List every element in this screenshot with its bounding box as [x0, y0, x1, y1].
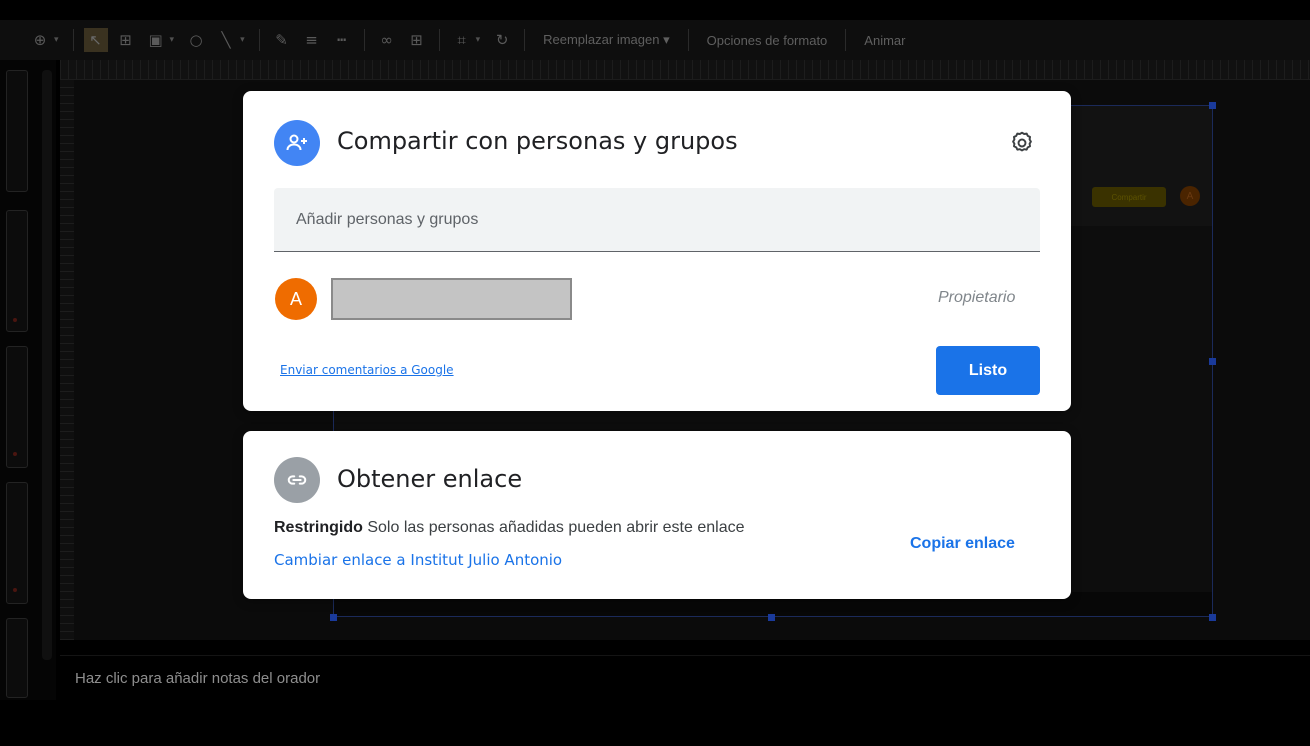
link-icon	[274, 457, 320, 503]
send-feedback-link[interactable]: Enviar comentarios a Google	[280, 363, 454, 377]
select-cursor-icon[interactable]: ↖	[83, 28, 108, 52]
slide-thumbnail[interactable]	[6, 70, 28, 192]
redacted-person-info	[331, 278, 572, 320]
toolbar-divider	[72, 29, 74, 51]
reset-image-icon[interactable]: ↻	[490, 28, 514, 52]
chevron-down-icon[interactable]: ▾	[170, 35, 175, 45]
share-dialog: Compartir con personas y grupos A Propie…	[243, 91, 1071, 411]
top-bar	[0, 0, 1310, 20]
filmstrip-scrollbar[interactable]	[42, 70, 52, 660]
person-add-icon	[274, 120, 320, 166]
resize-handle[interactable]	[1209, 102, 1216, 109]
gear-icon[interactable]	[1008, 129, 1036, 157]
slide-marker	[13, 318, 17, 322]
slide-thumbnail[interactable]	[6, 482, 28, 604]
speaker-notes[interactable]: Haz clic para añadir notas del orador	[60, 655, 1310, 746]
embedded-avatar: A	[1180, 186, 1200, 206]
embedded-share-chip: Compartir	[1092, 187, 1166, 207]
toolbar-divider	[687, 29, 689, 51]
chevron-down-icon[interactable]: ▾	[476, 35, 481, 45]
access-level[interactable]: Restringido	[274, 519, 363, 536]
line-icon[interactable]: ╲	[214, 28, 238, 52]
access-description: Solo las personas añadidas pueden abrir …	[367, 519, 745, 536]
vertical-ruler	[60, 80, 74, 640]
get-link-title: Obtener enlace	[337, 465, 523, 493]
resize-handle[interactable]	[1209, 614, 1216, 621]
toolbar-divider	[258, 29, 260, 51]
zoom-icon[interactable]: ⊕	[28, 28, 52, 52]
chevron-down-icon[interactable]: ▾	[240, 35, 245, 45]
link-access-summary: Restringido Solo las personas añadidas p…	[274, 519, 745, 537]
toolbar-divider	[363, 29, 365, 51]
toolbar-divider	[438, 29, 440, 51]
animate-button[interactable]: Animar	[856, 33, 913, 48]
format-options-button[interactable]: Opciones de formato	[699, 33, 836, 48]
add-people-input[interactable]	[274, 188, 1040, 252]
slide-thumbnail[interactable]	[6, 618, 28, 698]
line-weight-icon[interactable]: ≡	[300, 28, 324, 52]
pen-icon[interactable]: ✎	[270, 28, 294, 52]
insert-link-icon[interactable]: ∞	[375, 28, 399, 52]
app-window: ⊕ ▾ ↖ ⊞ ▣ ▾ ○ ╲ ▾ ✎ ≡ ┅ ∞ ⊞ ⌗ ▾ ↻ Reempl…	[0, 0, 1310, 746]
copy-link-button[interactable]: Copiar enlace	[910, 535, 1015, 553]
toolbar-divider	[845, 29, 847, 51]
slide-thumbnail[interactable]	[6, 210, 28, 332]
toolbar-divider	[524, 29, 526, 51]
chevron-down-icon[interactable]: ▾	[54, 35, 59, 45]
replace-image-button[interactable]: Reemplazar imagen ▾	[535, 32, 677, 48]
change-link-button[interactable]: Cambiar enlace a Institut Julio Antonio	[274, 551, 562, 569]
resize-handle[interactable]	[330, 614, 337, 621]
speaker-notes-placeholder: Haz clic para añadir notas del orador	[75, 670, 321, 687]
get-link-dialog: Obtener enlace Restringido Solo las pers…	[243, 431, 1071, 599]
shape-icon[interactable]: ○	[184, 28, 208, 52]
crop-icon[interactable]: ⌗	[450, 28, 474, 52]
line-dash-icon[interactable]: ┅	[330, 28, 354, 52]
comment-icon[interactable]: ⊞	[405, 28, 429, 52]
resize-handle[interactable]	[768, 614, 775, 621]
resize-handle[interactable]	[1209, 358, 1216, 365]
slide-marker	[13, 588, 17, 592]
share-dialog-title: Compartir con personas y grupos	[337, 127, 738, 155]
person-role: Propietario	[938, 289, 1016, 306]
slide-marker	[13, 452, 17, 456]
editor-toolbar: ⊕ ▾ ↖ ⊞ ▣ ▾ ○ ╲ ▾ ✎ ≡ ┅ ∞ ⊞ ⌗ ▾ ↻ Reempl…	[0, 20, 1310, 60]
image-icon[interactable]: ▣	[144, 28, 168, 52]
text-box-icon[interactable]: ⊞	[114, 28, 138, 52]
horizontal-ruler	[60, 60, 1310, 80]
done-button[interactable]: Listo	[936, 346, 1040, 395]
avatar: A	[275, 278, 317, 320]
slide-thumbnail[interactable]	[6, 346, 28, 468]
